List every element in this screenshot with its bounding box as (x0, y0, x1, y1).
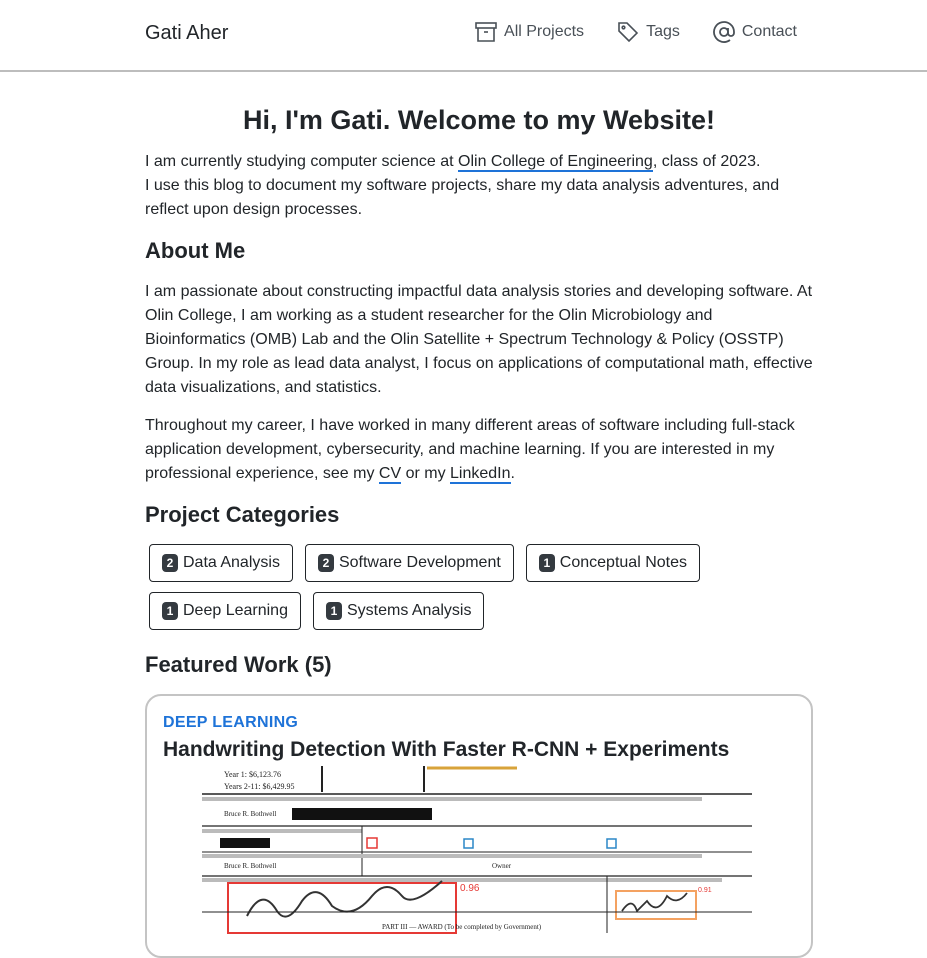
at-sign-icon (712, 21, 735, 43)
featured-project-card[interactable]: DEEP LEARNING Handwriting Detection With… (145, 694, 813, 958)
count-badge: 1 (162, 602, 178, 620)
nav-contact-label: Contact (741, 23, 797, 40)
main-nav: All Projects Tags Contact (442, 20, 797, 44)
thumb-year1: Year 1: $6,123.76 (224, 770, 281, 779)
olin-college-link[interactable]: Olin College of Engineering (458, 153, 653, 172)
count-badge: 2 (162, 554, 178, 572)
count-badge: 1 (538, 554, 555, 572)
main-content: Hi, I'm Gati. Welcome to my Website! I a… (145, 72, 813, 958)
about-paragraph-1: I am passionate about constructing impac… (145, 283, 813, 396)
category-label: Conceptual Notes (559, 554, 687, 571)
thumb-score-2: 0.91 (698, 887, 712, 894)
category-systems-analysis[interactable]: 1 Systems Analysis (312, 592, 485, 630)
thumb-owner: Owner (492, 862, 512, 870)
card-category[interactable]: DEEP LEARNING (163, 714, 298, 732)
thumb-score-1: 0.96 (460, 883, 480, 894)
tag-icon (618, 22, 639, 43)
about-text-2: or my (401, 465, 451, 482)
intro-text-1: I am currently studying computer science… (145, 153, 459, 170)
category-data-analysis[interactable]: 2 Data Analysis (149, 544, 293, 582)
nav-contact[interactable]: Contact (712, 20, 797, 44)
site-title[interactable]: Gati Aher (145, 22, 228, 45)
thumb-part: PART III — AWARD (To be completed by Gov… (382, 923, 542, 931)
nav-tags[interactable]: Tags (616, 20, 680, 44)
nav-all-projects-label: All Projects (504, 23, 585, 40)
featured-heading: Featured Work (5) (145, 652, 332, 677)
nav-tags-label: Tags (646, 23, 680, 40)
about-text-3: . (510, 465, 515, 482)
project-thumbnail: Year 1: $6,123.76 Years 2-11: $6,429.95 … (202, 766, 752, 934)
category-conceptual-notes[interactable]: 1 Conceptual Notes (525, 544, 700, 582)
category-label: Software Development (338, 554, 501, 571)
site-header: Gati Aher All Projects Tags Contact (0, 0, 927, 72)
cv-link[interactable]: CV (378, 465, 402, 484)
category-label: Systems Analysis (346, 602, 472, 619)
category-label: Deep Learning (183, 602, 288, 619)
intro-paragraph: I am currently studying computer science… (145, 150, 813, 222)
intro-text-2: , class of 2023. (652, 153, 761, 170)
thumb-name-2: Bruce R. Bothwell (224, 862, 276, 870)
count-badge: 2 (317, 554, 334, 572)
card-title[interactable]: Handwriting Detection With Faster R-CNN … (163, 738, 729, 762)
category-software-development[interactable]: 2 Software Development (304, 544, 514, 582)
page-title: Hi, I'm Gati. Welcome to my Website! (242, 105, 716, 135)
categories-heading: Project Categories (145, 502, 340, 527)
archive-icon (475, 22, 497, 42)
nav-all-projects[interactable]: All Projects (474, 20, 584, 44)
about-heading: About Me (145, 238, 246, 263)
linkedin-link[interactable]: LinkedIn (450, 465, 511, 484)
category-label: Data Analysis (183, 554, 280, 571)
category-list: 2 Data Analysis 2 Software Development 1… (149, 544, 813, 640)
count-badge: 1 (325, 602, 342, 620)
category-deep-learning[interactable]: 1 Deep Learning (149, 592, 301, 630)
about-paragraph-2: Throughout my career, I have worked in m… (145, 414, 813, 486)
thumb-name-1: Bruce R. Bothwell (224, 810, 276, 818)
intro-text-3: I use this blog to document my software … (145, 177, 780, 218)
thumb-years: Years 2-11: $6,429.95 (224, 782, 294, 791)
